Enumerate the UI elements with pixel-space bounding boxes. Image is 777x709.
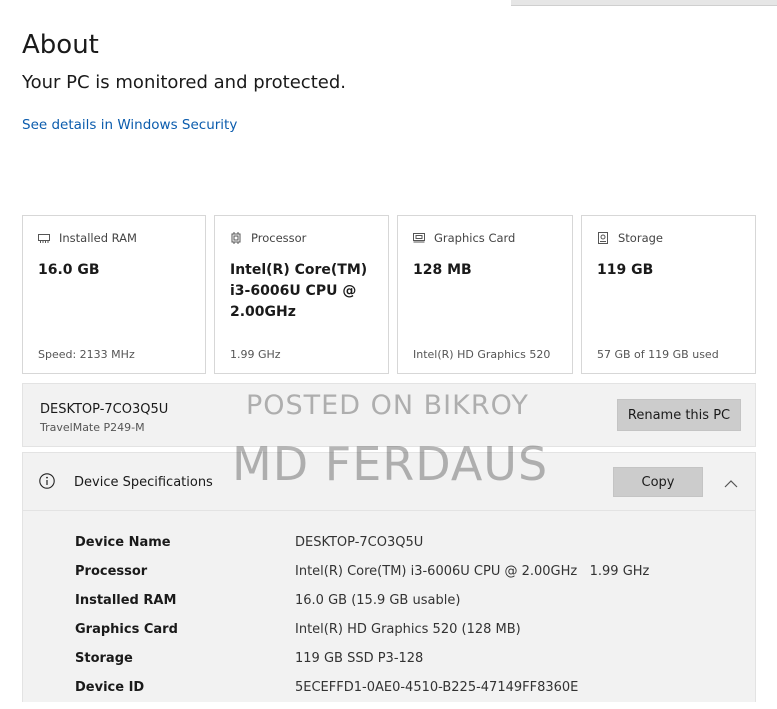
card-storage: Storage 119 GB 57 GB of 119 GB used [581, 215, 756, 374]
spec-key: Installed RAM [75, 593, 177, 608]
spec-key: Storage [75, 651, 133, 666]
card-value: Intel(R) Core(TM) i3-6006U CPU @ 2.00GHz [230, 262, 368, 320]
card-value: 119 GB [597, 262, 654, 278]
spec-value: 119 GB SSD P3-128 [295, 651, 424, 666]
card-footer: 1.99 GHz [230, 348, 281, 361]
chevron-up-icon[interactable] [723, 475, 739, 488]
spec-value: DESKTOP-7CO3Q5U [295, 535, 424, 550]
page-title: About [22, 30, 99, 60]
spec-cards: Installed RAM 16.0 GB Speed: 2133 MHz Pr… [22, 215, 756, 376]
spec-value: Intel(R) Core(TM) i3-6006U CPU @ 2.00GHz… [295, 564, 650, 579]
card-footer: Intel(R) HD Graphics 520 [413, 348, 551, 361]
spec-key: Device Name [75, 535, 171, 550]
windows-security-link[interactable]: See details in Windows Security [22, 117, 237, 133]
graphics-card-icon [413, 233, 425, 243]
device-specifications-header[interactable]: Device Specifications Copy [23, 453, 755, 511]
spec-value: Intel(R) HD Graphics 520 (128 MB) [295, 622, 521, 637]
card-graphics-card: Graphics Card 128 MB Intel(R) HD Graphic… [397, 215, 573, 374]
protection-status: Your PC is monitored and protected. [22, 72, 346, 93]
card-footer: 57 GB of 119 GB used [597, 348, 719, 361]
spec-key: Device ID [75, 680, 145, 695]
spec-row-installed-ram: Installed RAM 16.0 GB (15.9 GB usable) [23, 593, 755, 622]
search-box-edge[interactable] [511, 0, 777, 6]
storage-icon [597, 232, 609, 244]
device-name: DESKTOP-7CO3Q5U [40, 402, 169, 417]
card-label: Processor [251, 231, 307, 245]
spec-row-device-name: Device Name DESKTOP-7CO3Q5U [23, 535, 755, 564]
card-value: 128 MB [413, 262, 472, 278]
ram-icon [38, 233, 50, 243]
card-label: Storage [618, 231, 663, 245]
spec-value: 5ECEFFD1-0AE0-4510-B225-47149FF8360E [295, 680, 579, 695]
processor-icon [230, 232, 242, 244]
spec-row-graphics-card: Graphics Card Intel(R) HD Graphics 520 (… [23, 622, 755, 651]
card-label: Installed RAM [59, 231, 137, 245]
device-specifications-title: Device Specifications [74, 475, 213, 490]
spec-key: Processor [75, 564, 148, 579]
spec-row-storage: Storage 119 GB SSD P3-128 [23, 651, 755, 680]
card-label: Graphics Card [434, 231, 516, 245]
card-processor: Processor Intel(R) Core(TM) i3-6006U CPU… [214, 215, 389, 374]
spec-rows: Device Name DESKTOP-7CO3Q5U Processor In… [23, 535, 755, 709]
card-footer: Speed: 2133 MHz [38, 348, 135, 361]
card-installed-ram: Installed RAM 16.0 GB Speed: 2133 MHz [22, 215, 206, 374]
card-value: 16.0 GB [38, 262, 100, 278]
spec-row-device-id: Device ID 5ECEFFD1-0AE0-4510-B225-47149F… [23, 680, 755, 709]
device-specifications-panel: Device Specifications Copy Device Name D… [22, 452, 756, 702]
rename-pc-button[interactable]: Rename this PC [617, 399, 741, 431]
device-name-panel: DESKTOP-7CO3Q5U TravelMate P249-M Rename… [22, 383, 756, 447]
spec-value: 16.0 GB (15.9 GB usable) [295, 593, 461, 608]
spec-key: Graphics Card [75, 622, 178, 637]
copy-button[interactable]: Copy [613, 467, 703, 497]
info-icon [39, 473, 55, 489]
device-model: TravelMate P249-M [40, 421, 145, 434]
spec-row-processor: Processor Intel(R) Core(TM) i3-6006U CPU… [23, 564, 755, 593]
